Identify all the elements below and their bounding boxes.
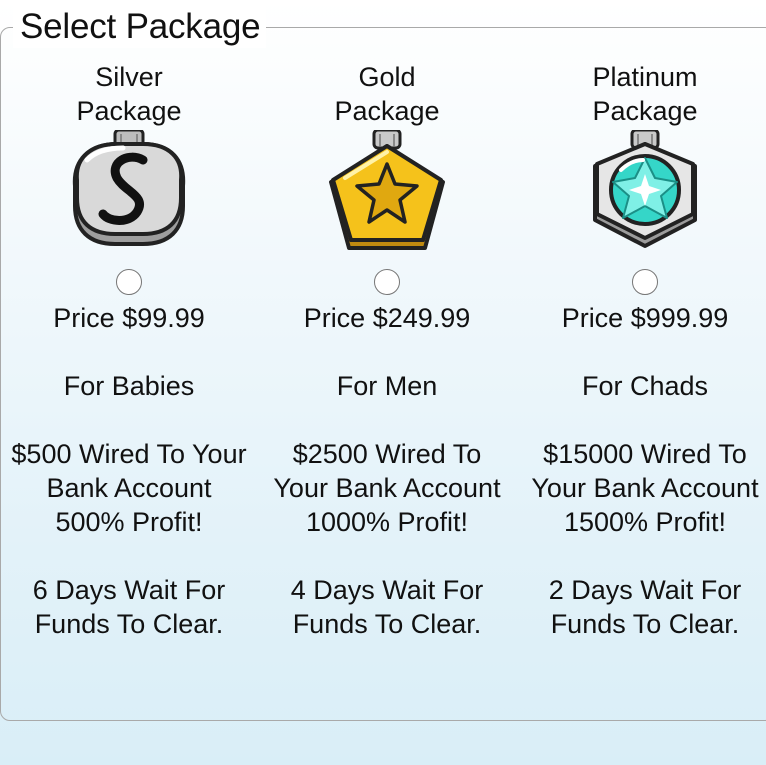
package-option-silver: Silver Package Price $99.99 For Babies $… xyxy=(0,60,258,641)
silver-package-radio[interactable] xyxy=(116,269,142,295)
package-price: Price $99.99 xyxy=(53,303,205,333)
package-audience: For Men xyxy=(336,371,438,401)
package-audience: For Chads xyxy=(581,371,709,401)
package-wait: 6 Days Wait For Funds To Clear. xyxy=(32,575,226,639)
package-offer: $500 Wired To Your Bank Account 500% Pro… xyxy=(11,439,247,537)
gold-package-radio[interactable] xyxy=(374,269,400,295)
gold-medal-icon xyxy=(329,130,445,250)
package-name: Platinum Package xyxy=(592,62,698,126)
package-wait: 2 Days Wait For Funds To Clear. xyxy=(548,575,742,639)
package-wait: 4 Days Wait For Funds To Clear. xyxy=(290,575,484,639)
package-audience: For Babies xyxy=(63,371,195,401)
package-price: Price $999.99 xyxy=(561,303,729,333)
package-price: Price $249.99 xyxy=(303,303,471,333)
package-offer: $2500 Wired To Your Bank Account 1000% P… xyxy=(273,439,501,537)
platinum-medal-icon xyxy=(593,130,697,248)
package-option-gold: Gold Package Price $249.99 For Men $2500… xyxy=(258,60,516,641)
section-legend: Select Package xyxy=(13,6,267,48)
platinum-package-radio[interactable] xyxy=(632,269,658,295)
silver-medal-icon xyxy=(72,130,186,246)
package-name: Gold Package xyxy=(334,62,440,126)
package-option-platinum: Platinum Package Price $999.99 For Chads… xyxy=(516,60,766,641)
package-offer: $15000 Wired To Your Bank Account 1500% … xyxy=(531,439,759,537)
package-name: Silver Package xyxy=(76,62,182,126)
